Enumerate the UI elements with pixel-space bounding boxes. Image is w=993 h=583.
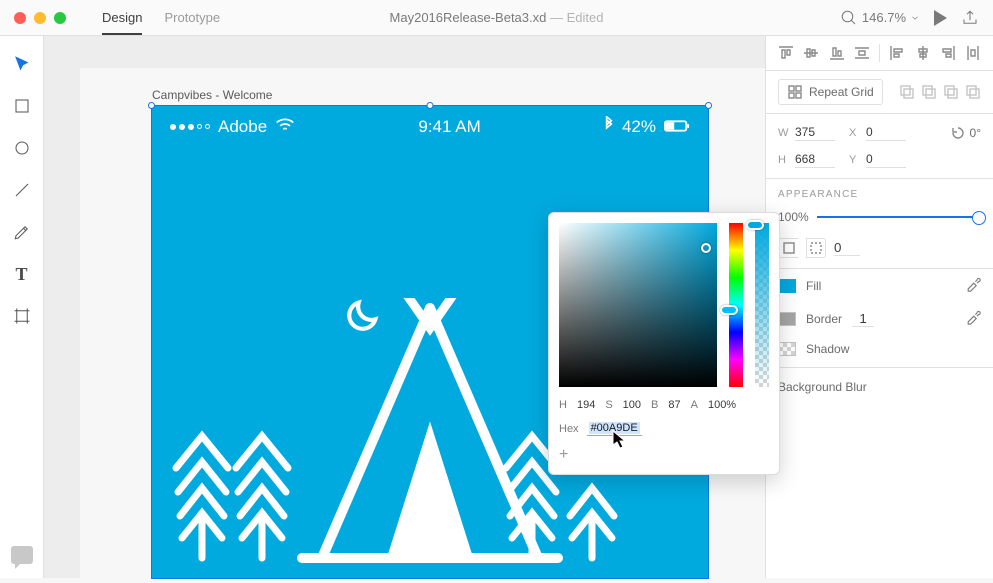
hue-value[interactable]: 194 bbox=[577, 399, 595, 411]
opacity-value[interactable]: 100% bbox=[778, 210, 809, 224]
alpha-label: A bbox=[691, 399, 698, 411]
feedback-button[interactable] bbox=[11, 546, 33, 564]
wifi-icon bbox=[275, 117, 295, 137]
border-eyedropper[interactable] bbox=[965, 309, 981, 328]
x-input[interactable] bbox=[866, 124, 906, 141]
titlebar: Design Prototype May2016Release-Beta3.xd… bbox=[0, 0, 993, 36]
window-controls bbox=[0, 12, 80, 24]
carrier-label: Adobe bbox=[218, 117, 267, 137]
property-inspector: Repeat Grid W X 0° H Y APPEARANCE 100% F… bbox=[765, 36, 993, 578]
appearance-heading: APPEARANCE bbox=[766, 179, 993, 206]
alpha-value[interactable]: 100% bbox=[708, 399, 736, 411]
align-top-icon[interactable] bbox=[778, 45, 794, 61]
close-window-button[interactable] bbox=[14, 12, 26, 24]
border-swatch[interactable] bbox=[778, 312, 796, 326]
width-input[interactable] bbox=[795, 124, 835, 141]
align-hcenter-icon[interactable] bbox=[915, 45, 931, 61]
ellipse-tool[interactable] bbox=[12, 138, 32, 158]
alpha-handle[interactable] bbox=[746, 220, 764, 230]
device-status-bar: Adobe 9:41 AM 42% bbox=[152, 106, 708, 141]
zoom-control[interactable]: 146.7% bbox=[840, 9, 920, 27]
border-width-input[interactable] bbox=[852, 311, 874, 327]
add-swatch-button[interactable]: + bbox=[559, 446, 769, 464]
selection-handle-tr[interactable] bbox=[705, 102, 712, 109]
intersect-icon[interactable] bbox=[943, 84, 959, 100]
fill-eyedropper[interactable] bbox=[965, 276, 981, 295]
rotation-input[interactable]: 0° bbox=[950, 124, 981, 141]
share-icon[interactable] bbox=[961, 9, 979, 27]
bri-label: B bbox=[651, 399, 658, 411]
line-tool[interactable] bbox=[12, 180, 32, 200]
signal-dots-icon bbox=[170, 124, 210, 130]
align-vcenter-icon[interactable] bbox=[803, 45, 819, 61]
fill-swatch[interactable] bbox=[778, 279, 796, 293]
preview-button[interactable] bbox=[934, 10, 947, 26]
distribute-v-icon[interactable] bbox=[854, 45, 870, 61]
saturation-value-field[interactable] bbox=[559, 223, 717, 387]
grid-icon bbox=[787, 84, 803, 100]
sat-value[interactable]: 100 bbox=[623, 399, 641, 411]
zoom-window-button[interactable] bbox=[54, 12, 66, 24]
tab-prototype[interactable]: Prototype bbox=[164, 1, 220, 35]
tool-panel: T bbox=[0, 36, 44, 578]
selection-handle-tl[interactable] bbox=[148, 102, 155, 109]
clock: 9:41 AM bbox=[418, 117, 480, 137]
opacity-slider[interactable] bbox=[817, 216, 981, 218]
search-icon bbox=[840, 9, 858, 27]
edited-indicator: — Edited bbox=[546, 10, 603, 25]
hue-label: H bbox=[559, 399, 567, 411]
align-bottom-icon[interactable] bbox=[829, 45, 845, 61]
union-icon[interactable] bbox=[899, 84, 915, 100]
battery-percent: 42% bbox=[622, 117, 656, 137]
battery-icon bbox=[664, 117, 690, 137]
repeat-grid-button[interactable]: Repeat Grid bbox=[778, 79, 883, 105]
bluetooth-icon bbox=[604, 116, 614, 137]
distribute-h-icon[interactable] bbox=[965, 45, 981, 61]
artboard-tool[interactable] bbox=[12, 306, 32, 326]
document-title: May2016Release-Beta3.xd — Edited bbox=[390, 10, 604, 25]
sat-label: S bbox=[605, 399, 612, 411]
gradient-fill-button[interactable] bbox=[806, 238, 826, 258]
zoom-value: 146.7% bbox=[862, 10, 906, 25]
text-tool[interactable]: T bbox=[12, 264, 32, 284]
corner-radius-input[interactable] bbox=[834, 240, 860, 256]
align-left-icon[interactable] bbox=[889, 45, 905, 61]
shadow-swatch[interactable] bbox=[778, 342, 796, 356]
height-input[interactable] bbox=[795, 151, 835, 168]
subtract-icon[interactable] bbox=[921, 84, 937, 100]
align-right-icon[interactable] bbox=[940, 45, 956, 61]
fill-label: Fill bbox=[806, 279, 821, 293]
mode-tabs: Design Prototype bbox=[102, 1, 220, 35]
hue-handle[interactable] bbox=[720, 305, 738, 315]
color-picker-popover[interactable]: H194 S100 B87 A100% Hex #00A9DE + bbox=[548, 212, 780, 475]
selection-handle-tm[interactable] bbox=[427, 102, 434, 109]
rectangle-tool[interactable] bbox=[12, 96, 32, 116]
alpha-slider[interactable] bbox=[755, 223, 769, 387]
hex-label: Hex bbox=[559, 423, 579, 435]
filename: May2016Release-Beta3.xd bbox=[390, 10, 547, 25]
cursor-icon bbox=[612, 430, 628, 455]
tab-design[interactable]: Design bbox=[102, 1, 142, 35]
shadow-label: Shadow bbox=[806, 342, 849, 356]
border-label: Border bbox=[806, 312, 842, 326]
solid-fill-button[interactable] bbox=[778, 238, 798, 258]
rotate-icon bbox=[950, 125, 966, 141]
minimize-window-button[interactable] bbox=[34, 12, 46, 24]
select-tool[interactable] bbox=[12, 54, 32, 74]
y-input[interactable] bbox=[866, 151, 906, 168]
blur-label: Background Blur bbox=[778, 380, 867, 394]
bri-value[interactable]: 87 bbox=[668, 399, 680, 411]
artboard-title[interactable]: Campvibes - Welcome bbox=[152, 88, 272, 102]
exclude-icon[interactable] bbox=[965, 84, 981, 100]
repeat-grid-label: Repeat Grid bbox=[809, 85, 874, 99]
sv-cursor[interactable] bbox=[701, 243, 711, 253]
chevron-down-icon bbox=[910, 13, 920, 23]
pen-tool[interactable] bbox=[12, 222, 32, 242]
